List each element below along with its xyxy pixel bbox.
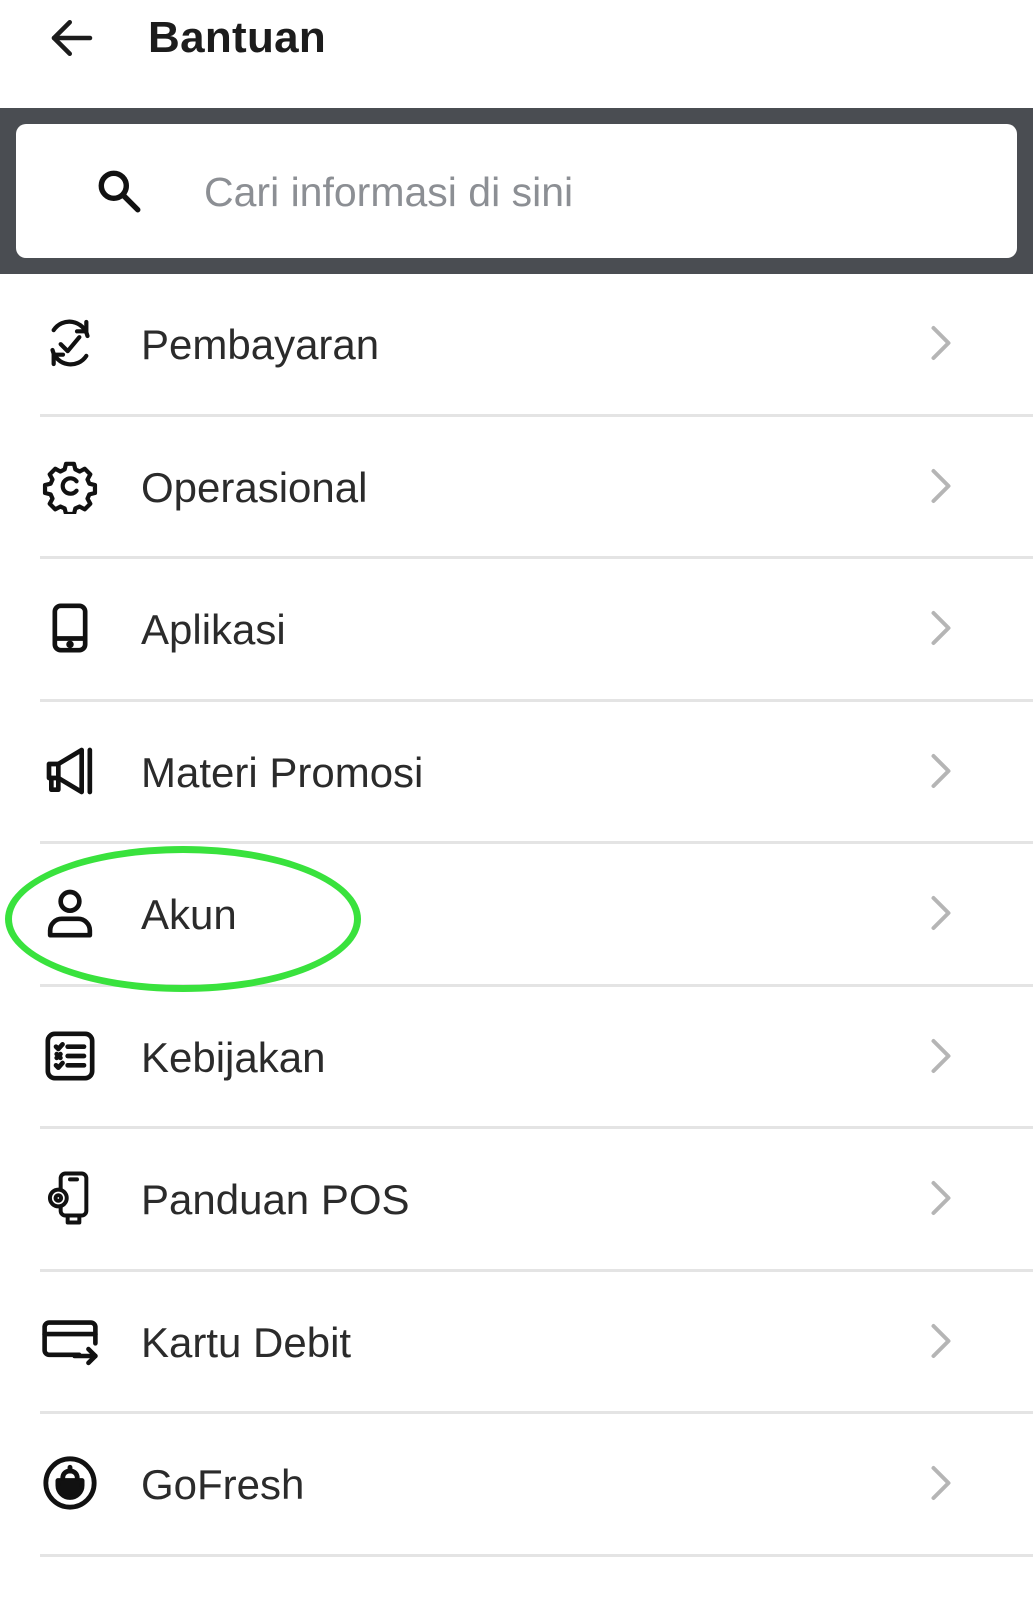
chevron-right-icon [931,1466,951,1501]
chevron-right-icon [931,611,951,646]
app-header: Bantuan [0,0,1033,108]
menu-item-aplikasi[interactable]: Aplikasi [0,559,1033,702]
megaphone-icon [40,741,100,801]
chevron-right-icon [931,753,951,788]
chevron-right-icon [931,896,951,931]
menu-item-label: Pembayaran [141,321,380,369]
menu-item-label: Akun [141,891,237,939]
page-title: Bantuan [148,13,327,62]
menu-item-pembayaran[interactable]: Pembayaran [0,274,1033,417]
menu-item-label: GoFresh [141,1461,305,1509]
menu-item-kebijakan[interactable]: Kebijakan [0,987,1033,1129]
menu-item-label: Materi Promosi [141,748,424,796]
chevron-right-icon [931,1323,951,1358]
menu-item-akun[interactable]: Akun [0,844,1033,987]
divider [40,1553,1033,1557]
menu-item-operasional[interactable]: Operasional [0,417,1033,559]
menu-item-label: Kebijakan [141,1033,326,1081]
menu-item-label: Panduan POS [141,1176,410,1224]
help-menu-list: Pembayaran Operasional Aplikasi Materi P… [0,274,1033,1557]
search-icon [98,170,141,213]
menu-item-materi-promosi[interactable]: Materi Promosi [0,702,1033,844]
search-box[interactable] [16,124,1017,258]
chevron-right-icon [931,1181,951,1216]
arrow-left-icon [51,20,93,56]
user-icon [40,883,100,943]
menu-item-label: Operasional [141,463,368,511]
gofresh-icon [40,1453,100,1513]
menu-item-panduan-pos[interactable]: Panduan POS [0,1129,1033,1272]
menu-item-label: Kartu Debit [141,1318,352,1366]
chevron-right-icon [931,1038,951,1073]
checklist-icon [40,1026,100,1086]
menu-item-kartu-debit[interactable]: Kartu Debit [0,1272,1033,1414]
chevron-right-icon [931,326,951,361]
smartphone-icon [40,598,100,658]
search-bar-container [0,108,1033,274]
search-input[interactable] [202,158,986,226]
card-transfer-icon [40,1311,100,1371]
chevron-right-icon [931,468,951,503]
menu-item-gofresh[interactable]: GoFresh [0,1414,1033,1557]
payment-sync-icon [40,313,100,373]
menu-item-label: Aplikasi [141,606,286,654]
back-button[interactable] [40,6,104,70]
pos-device-icon [40,1168,100,1228]
gear-icon [40,456,100,516]
